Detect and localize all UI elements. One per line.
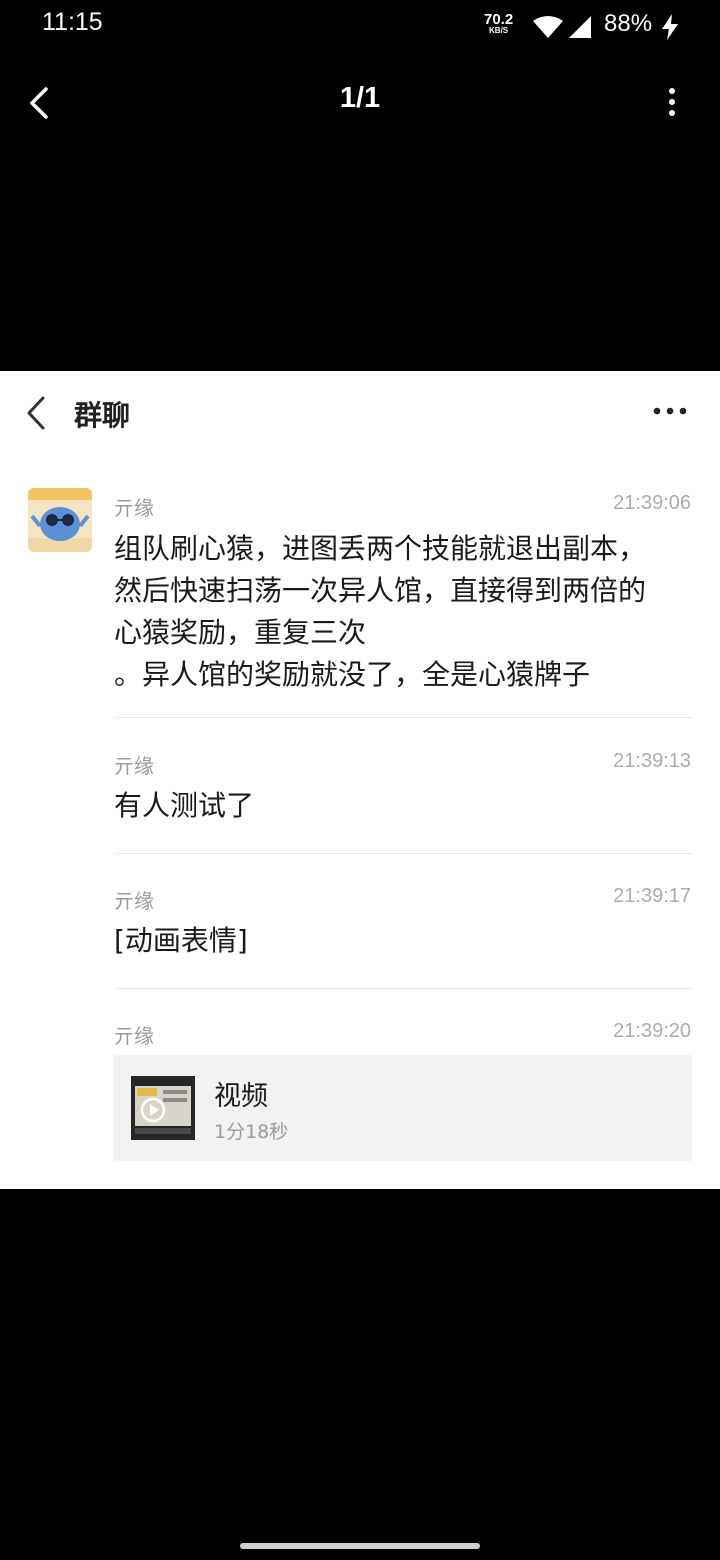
message-sender: 亓缘 xyxy=(114,496,154,520)
video-message-card[interactable] xyxy=(114,1055,692,1161)
message-time: 21:39:20 xyxy=(613,1020,691,1042)
message-time: 21:39:17 xyxy=(613,885,691,907)
avatar xyxy=(28,488,92,552)
message-line: 心猿奖励，重复三次 xyxy=(114,616,367,649)
message-sender: 亓缘 xyxy=(114,754,154,778)
message-time: 21:39:06 xyxy=(613,492,691,514)
video-thumbnail-image xyxy=(131,1076,195,1140)
message-line: 。异人馆的奖励就没了，全是心猿牌子 xyxy=(114,658,591,691)
message-text: [动画表情] xyxy=(114,924,248,957)
message-text: 组队刷心猿，进图丢两个技能就退出副本， 然后快速扫荡一次异人馆，直接得到两倍的 … xyxy=(114,528,704,696)
message-line: 然后快速扫荡一次异人馆，直接得到两倍的 xyxy=(114,574,647,607)
home-indicator[interactable] xyxy=(240,1543,480,1549)
chat-title: 群聊 xyxy=(74,399,131,432)
network-speed-value: 70.2 xyxy=(484,11,514,28)
signal-icon xyxy=(569,16,591,38)
video-title: 视频 xyxy=(214,1081,268,1112)
message-text: 有人测试了 xyxy=(114,789,255,822)
charging-bolt-icon xyxy=(662,14,678,40)
chevron-left-icon xyxy=(27,396,45,430)
video-duration: 1分18秒 xyxy=(214,1121,289,1143)
battery-percent: 88% xyxy=(604,10,653,37)
message-divider xyxy=(114,853,692,854)
wifi-icon xyxy=(533,16,563,38)
message-sender: 亓缘 xyxy=(114,889,154,913)
network-speed-unit: KB/S xyxy=(489,26,509,35)
avatar-image xyxy=(28,488,92,552)
network-speed: 70.2 KB/S xyxy=(484,12,513,35)
status-time: 11:15 xyxy=(42,8,103,36)
message-time: 21:39:13 xyxy=(613,750,691,772)
message-sender: 亓缘 xyxy=(114,1024,154,1048)
message-divider xyxy=(114,988,692,989)
more-horizontal-icon xyxy=(653,407,687,415)
message-divider xyxy=(114,717,692,718)
message-line: 组队刷心猿，进图丢两个技能就退出副本， xyxy=(114,532,647,565)
more-vertical-icon[interactable] xyxy=(662,86,682,118)
video-thumbnail xyxy=(131,1076,195,1140)
page-indicator: 1/1 xyxy=(339,82,381,114)
